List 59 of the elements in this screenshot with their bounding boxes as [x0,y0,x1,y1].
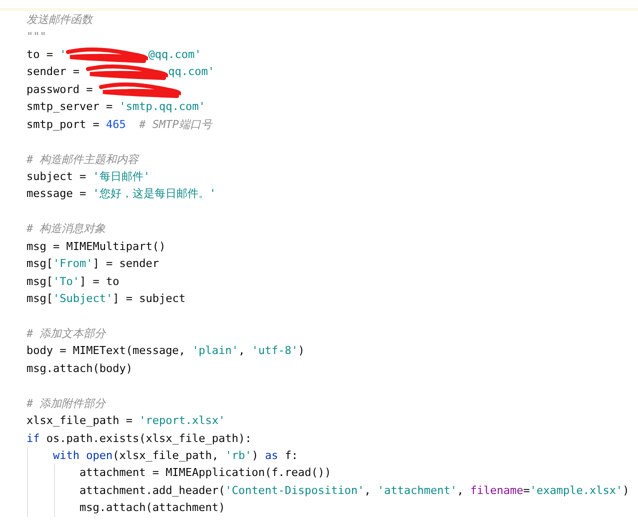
string-literal: 'Content-Disposition' [225,484,364,497]
code-text: ] = sender [92,257,159,270]
string-literal: 'plain' [192,344,238,358]
string-literal: 'attachment' [378,484,457,497]
string-literal: 'Subject' [52,292,113,305]
code-text: os.path.exists(xlsx_file_path): [46,432,252,444]
number-literal: 465 [106,118,126,131]
code-text: f: [284,448,298,462]
docstring: 发送邮件函数 [25,13,92,26]
code-text: ) [622,484,630,497]
string-literal: '您好，这是每日邮件。' [92,187,216,200]
code-comment: # SMTP端口号 [138,118,212,131]
code-text: msg.attach(body) [25,362,132,375]
code-text: msg = MIMEMultipart() [25,240,166,253]
code-text: xlsx_file_path = [25,414,134,428]
keyword-argument: filename [470,484,524,497]
string-literal: 'report.xlsx' [139,414,226,428]
code-text: = [523,484,530,497]
code-comment: # 构造消息对象 [25,222,106,236]
code-comment: # 构造邮件主题和内容 [25,152,139,166]
code-text: sender = [25,65,80,78]
string-literal: 'To' [52,274,80,288]
code-text: , [238,344,246,358]
code-text: attachment.add_header( [78,484,226,497]
code-text: smtp_port = [25,118,100,131]
string-literal: 'utf-8' [252,344,298,358]
code-text: , [456,484,465,497]
string-literal: @qq.com' [148,48,202,61]
code-text: subject = [25,170,88,183]
code-text: , [364,484,372,497]
code-text: attachment = MIMEApplication(f.read()) [78,466,332,480]
code-text: smtp_server = [25,100,114,114]
string-literal: 'smtp.qq.com' [119,100,206,114]
string-literal: '每日邮件' [92,170,150,183]
string-literal: ' [60,48,66,61]
code-comment: # 添加附件部分 [25,396,106,410]
code-text: msg.attach(attachment) [78,501,226,514]
code-text: body = MIMEText(message, [25,344,186,358]
code-text: ] = to [79,274,120,288]
builtin-name: open [86,448,113,462]
code-text: msg[ [25,274,53,288]
string-literal: qq.com' [168,65,214,78]
code-text: ) [298,344,305,358]
code-text: password = [25,82,94,96]
keyword: as [264,448,280,462]
keyword: if [25,432,41,444]
code-text: ) [252,448,260,462]
code-text: msg[ [25,292,53,305]
string-literal: 'example.xlsx' [530,484,623,497]
keyword: with [52,448,80,462]
string-literal: 'rb' [225,448,252,462]
code-text: to = [25,48,54,61]
code-text: (xlsx_file_path, [112,448,220,462]
code-text: ] = subject [112,292,186,305]
docstring: """ [25,30,46,44]
code-text: msg[ [25,257,53,270]
string-literal: 'From' [52,257,93,270]
code-comment: # 添加文本部分 [25,326,106,340]
code-text: message = [25,187,88,200]
